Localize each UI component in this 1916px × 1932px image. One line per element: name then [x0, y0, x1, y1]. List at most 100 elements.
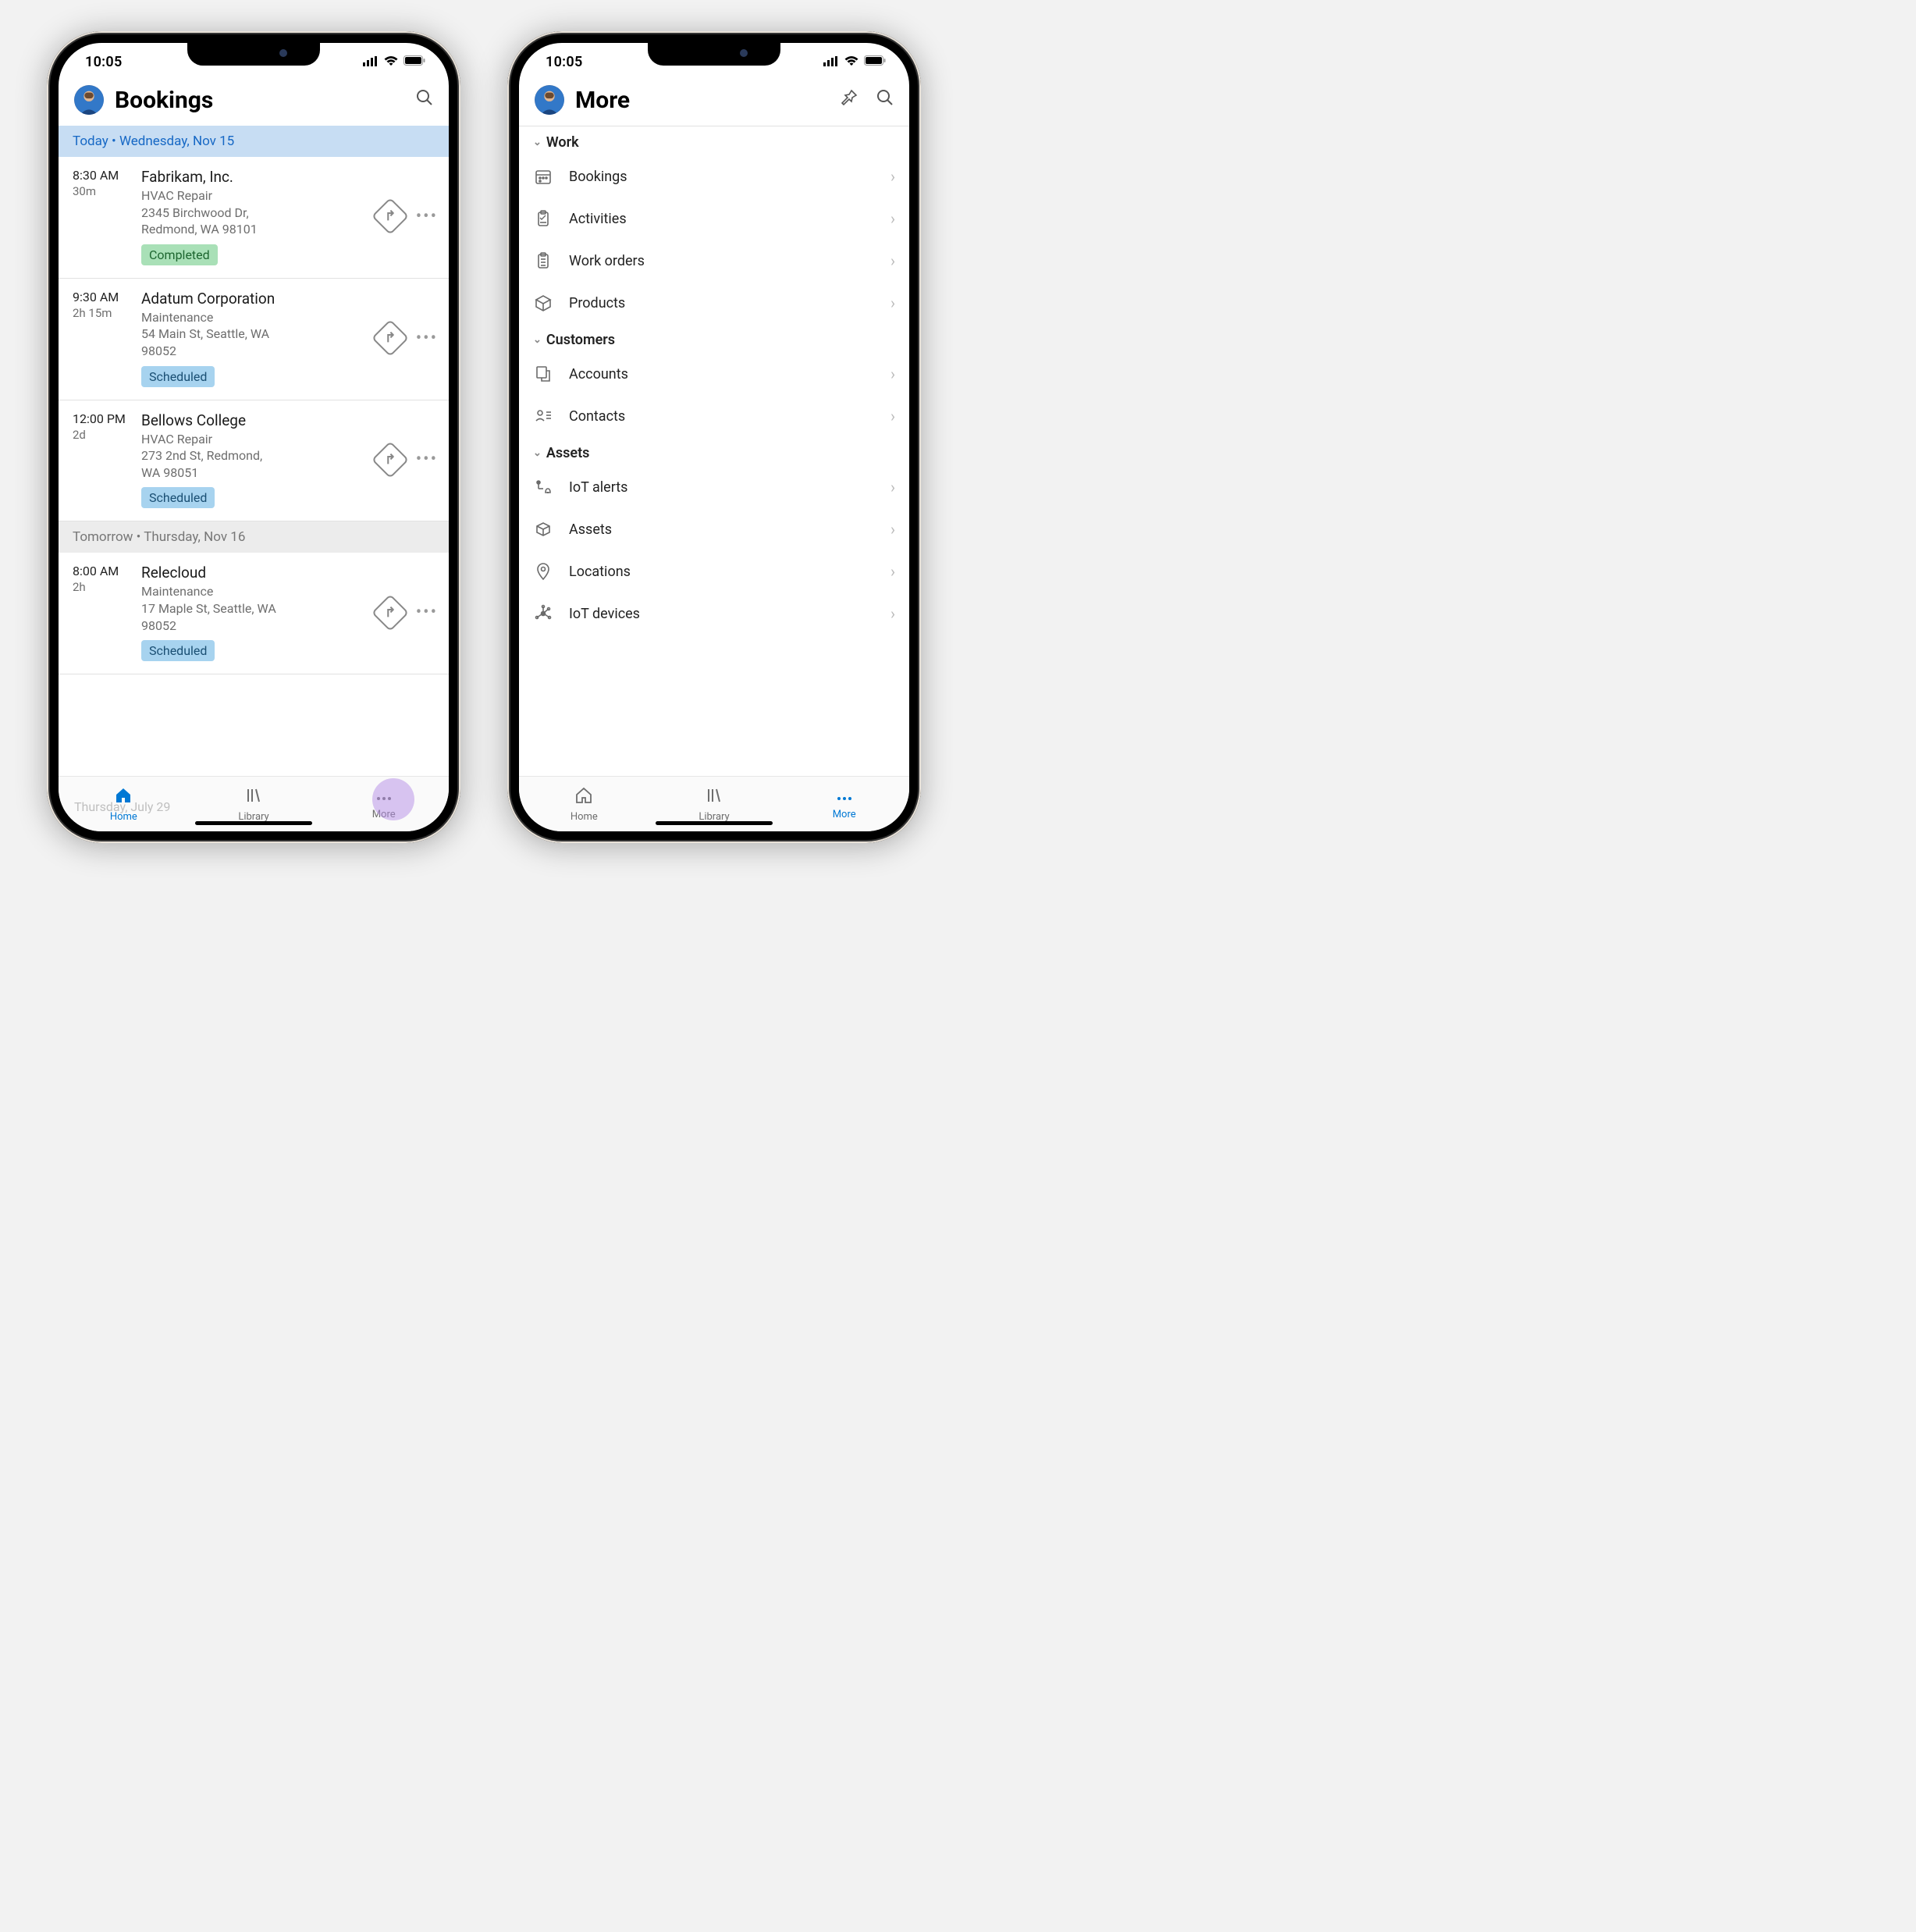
tab-bar: HomeLibraryMore	[519, 776, 909, 831]
booking-type: Maintenance	[141, 583, 377, 600]
booking-address: 17 Maple St, Seattle, WA	[141, 600, 377, 617]
menu-item-label: Contacts	[569, 408, 875, 425]
menu-group-header[interactable]: ⌄Assets	[519, 437, 909, 466]
menu-item-label: Products	[569, 295, 875, 311]
more-actions-icon[interactable]: •••	[416, 603, 438, 622]
directions-icon[interactable]: ↱	[371, 441, 409, 479]
bookings-list[interactable]: Today • Wednesday, Nov 15 8:30 AM 30m Fa…	[59, 126, 449, 776]
booking-duration: 2d	[73, 428, 141, 442]
booking-address: 98052	[141, 343, 377, 360]
menu-item-label: Bookings	[569, 169, 875, 185]
search-icon[interactable]	[416, 89, 433, 111]
booking-company: Relecloud	[141, 564, 377, 582]
chevron-right-icon: ›	[890, 365, 895, 383]
status-time: 10:05	[546, 54, 583, 70]
home-indicator[interactable]	[656, 821, 773, 825]
menu-item-accounts[interactable]: Accounts ›	[519, 353, 909, 395]
menu-item-label: Work orders	[569, 253, 875, 269]
iot-alert-icon	[533, 477, 553, 497]
menu-item-products[interactable]: Products ›	[519, 282, 909, 324]
more-actions-icon[interactable]: •••	[416, 207, 438, 226]
menu-item-contacts[interactable]: Contacts ›	[519, 395, 909, 437]
menu-item-iot-alerts[interactable]: IoT alerts ›	[519, 466, 909, 508]
booking-company: Bellows College	[141, 411, 377, 429]
more-header: More	[519, 80, 909, 126]
chevron-down-icon: ⌄	[533, 137, 542, 148]
cube-icon	[533, 519, 553, 539]
calendar-icon	[533, 166, 553, 187]
clipboard-list-icon	[533, 251, 553, 271]
chevron-right-icon: ›	[890, 407, 895, 425]
chevron-down-icon: ⌄	[533, 334, 542, 346]
phone-bookings: 10:05 Bookings Today • Wednesday, Nov 15…	[47, 31, 460, 843]
menu-group-header[interactable]: ⌄Customers	[519, 324, 909, 353]
booking-time: 12:00 PM	[73, 411, 141, 426]
chevron-right-icon: ›	[890, 251, 895, 270]
tab-more[interactable]: More	[779, 788, 909, 820]
box-icon	[533, 293, 553, 313]
status-badge: Scheduled	[141, 487, 215, 508]
home-icon	[574, 786, 593, 809]
directions-icon[interactable]: ↱	[371, 197, 409, 235]
directions-icon[interactable]: ↱	[371, 319, 409, 357]
iot-device-icon	[533, 603, 553, 624]
chevron-right-icon: ›	[890, 478, 895, 496]
tab-home[interactable]: Home	[519, 786, 649, 823]
booking-address: 2345 Birchwood Dr,	[141, 205, 377, 222]
directions-icon[interactable]: ↱	[371, 594, 409, 632]
booking-item[interactable]: 8:00 AM 2h Relecloud Maintenance 17 Mapl…	[59, 553, 449, 674]
pin-icon	[533, 561, 553, 582]
booking-company: Fabrikam, Inc.	[141, 168, 377, 186]
menu-item-iot-devices[interactable]: IoT devices ›	[519, 592, 909, 635]
menu-item-activities[interactable]: Activities ›	[519, 197, 909, 240]
status-badge: Completed	[141, 244, 218, 265]
menu-group-header[interactable]: ⌄Work	[519, 126, 909, 155]
cellular-icon	[823, 54, 839, 70]
more-icon	[835, 788, 854, 807]
booking-duration: 30m	[73, 184, 141, 198]
menu-item-label: Locations	[569, 564, 875, 580]
more-actions-icon[interactable]: •••	[416, 329, 438, 348]
page-title: More	[575, 87, 830, 114]
avatar[interactable]	[535, 85, 564, 115]
booking-address: WA 98051	[141, 464, 377, 482]
menu-item-bookings[interactable]: Bookings ›	[519, 155, 909, 197]
menu-item-label: Activities	[569, 211, 875, 227]
more-menu[interactable]: ⌄Work Bookings › Activities › Work order…	[519, 126, 909, 776]
pin-icon[interactable]	[841, 89, 858, 111]
clipboard-check-icon	[533, 208, 553, 229]
account-icon	[533, 364, 553, 384]
booking-company: Adatum Corporation	[141, 290, 377, 308]
booking-item[interactable]: 9:30 AM 2h 15m Adatum Corporation Mainte…	[59, 279, 449, 400]
menu-item-work-orders[interactable]: Work orders ›	[519, 240, 909, 282]
wifi-icon	[844, 54, 859, 70]
booking-type: HVAC Repair	[141, 431, 377, 448]
search-icon[interactable]	[876, 89, 894, 111]
chevron-right-icon: ›	[890, 209, 895, 228]
booking-item[interactable]: 12:00 PM 2d Bellows College HVAC Repair …	[59, 400, 449, 522]
ghost-date: Thursday, July 29	[74, 799, 170, 814]
phone-more: 10:05 More ⌄Work Bookings › Activities ›	[507, 31, 921, 843]
battery-icon	[403, 54, 425, 70]
chevron-right-icon: ›	[890, 520, 895, 539]
page-title: Bookings	[115, 87, 405, 114]
status-badge: Scheduled	[141, 640, 215, 661]
section-header: Tomorrow • Thursday, Nov 16	[59, 521, 449, 553]
menu-item-label: Accounts	[569, 366, 875, 382]
battery-icon	[864, 54, 886, 70]
booking-item[interactable]: 8:30 AM 30m Fabrikam, Inc. HVAC Repair 2…	[59, 157, 449, 279]
booking-duration: 2h	[73, 580, 141, 594]
booking-address: 98052	[141, 617, 377, 635]
tab-library[interactable]: Library	[649, 786, 780, 823]
menu-item-assets[interactable]: Assets ›	[519, 508, 909, 550]
booking-address: Redmond, WA 98101	[141, 221, 377, 238]
library-icon	[244, 786, 263, 809]
home-indicator[interactable]	[195, 821, 312, 825]
tab-library[interactable]: Library	[189, 786, 319, 823]
more-actions-icon[interactable]: •••	[416, 450, 438, 469]
cellular-icon	[363, 54, 379, 70]
booking-time: 8:00 AM	[73, 564, 141, 578]
library-icon	[705, 786, 723, 809]
menu-item-locations[interactable]: Locations ›	[519, 550, 909, 592]
avatar[interactable]	[74, 85, 104, 115]
